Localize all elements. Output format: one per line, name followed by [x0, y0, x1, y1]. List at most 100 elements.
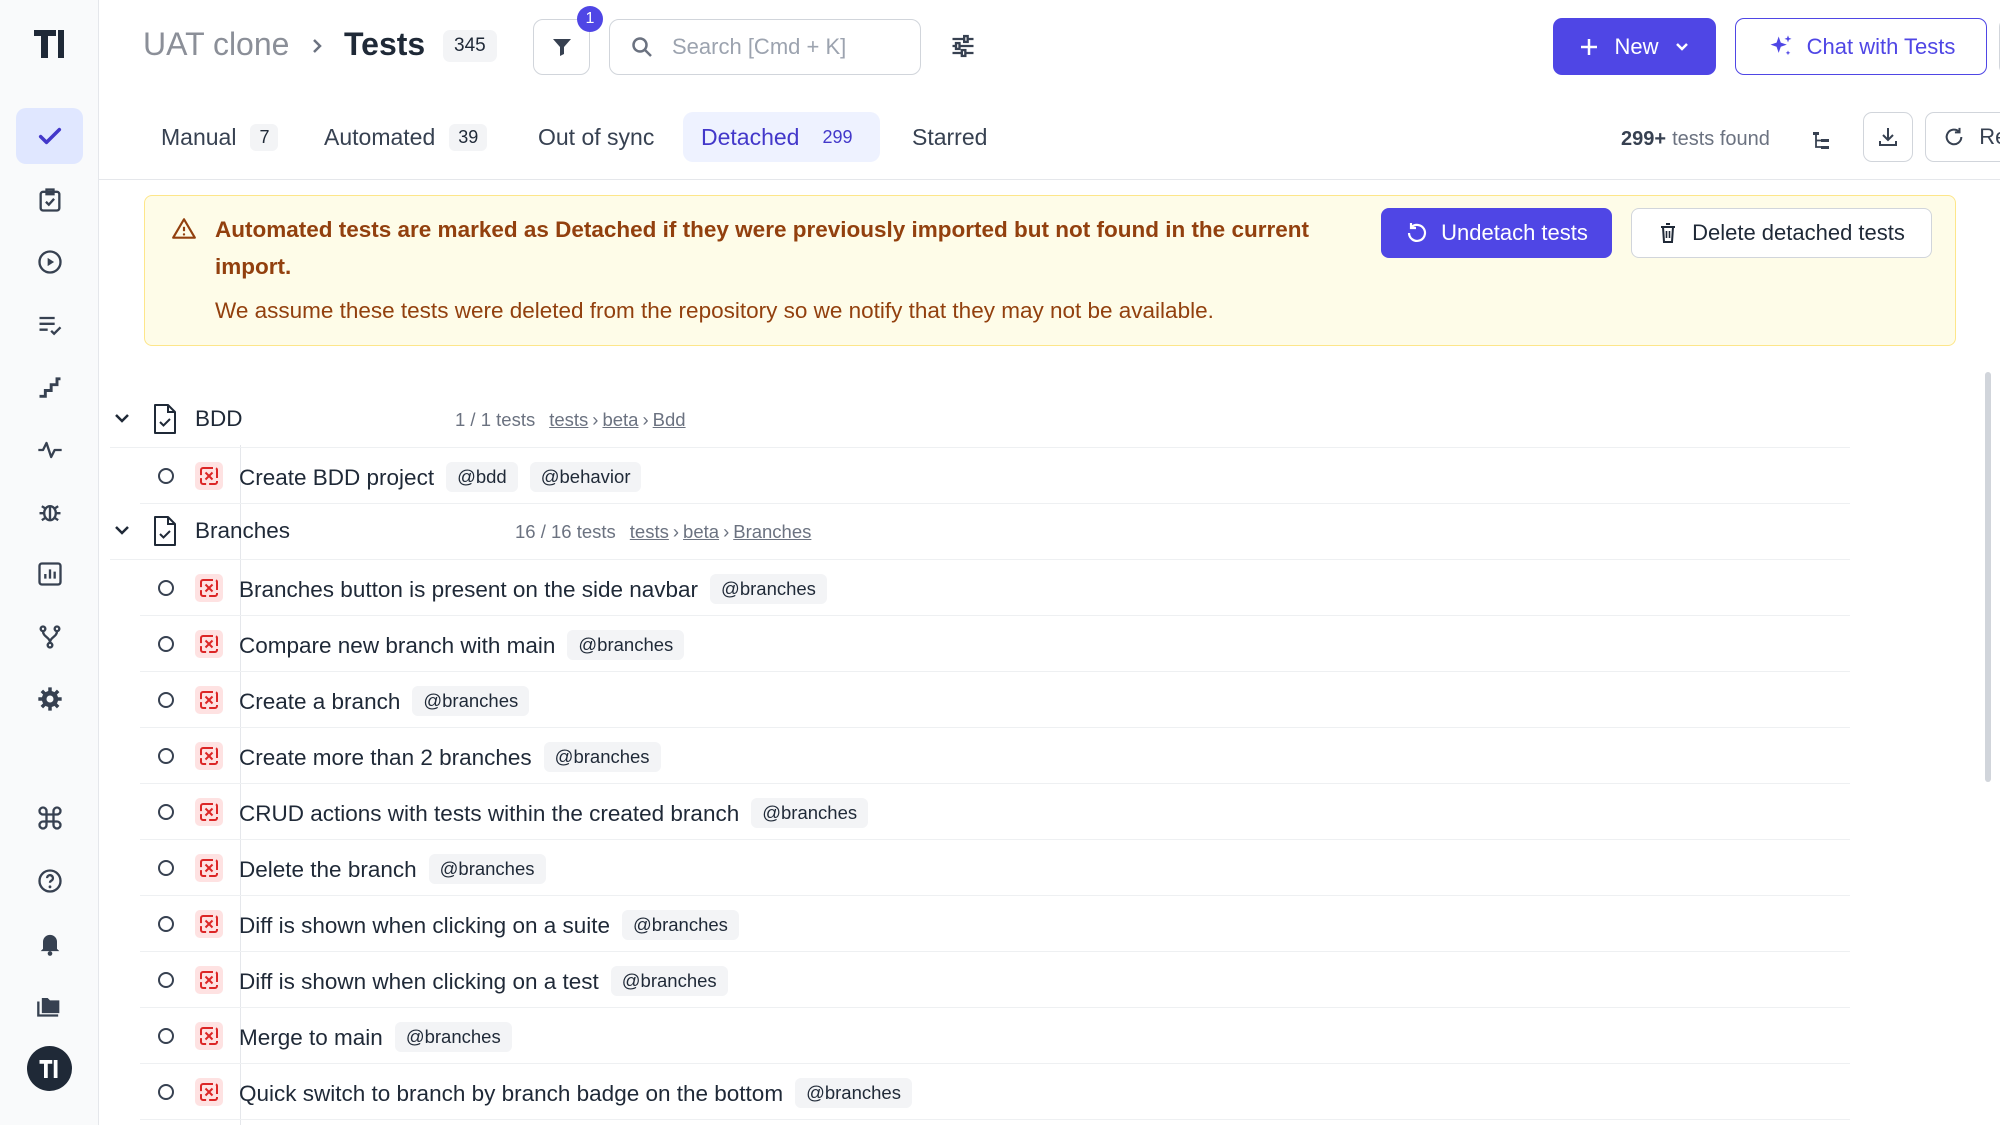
- select-radio[interactable]: [158, 468, 174, 484]
- suite-path-link[interactable]: Bdd: [653, 409, 686, 430]
- breadcrumb-project[interactable]: UAT clone: [143, 26, 289, 63]
- test-row[interactable]: Compare new branch with main @branches: [140, 616, 1850, 672]
- sidebar-item-projects[interactable]: [16, 977, 83, 1033]
- test-name[interactable]: Create more than 2 branches: [239, 745, 532, 770]
- suite-path-link[interactable]: Branches: [733, 521, 811, 542]
- test-row[interactable]: CRUD actions with tests within the creat…: [140, 784, 1850, 840]
- test-tag[interactable]: @bdd: [446, 462, 518, 492]
- reset-button[interactable]: Reset: [1925, 112, 2000, 162]
- select-radio[interactable]: [158, 860, 174, 876]
- suite-path-link[interactable]: tests: [630, 521, 669, 542]
- sidebar-item-runs[interactable]: [16, 234, 83, 290]
- suite-row[interactable]: Branches 16 / 16 tests tests › beta › Branches: [110, 504, 1850, 560]
- chevron-down-icon[interactable]: [110, 518, 134, 542]
- command-icon: [37, 806, 62, 830]
- test-row[interactable]: Quick switch to branch by branch badge o…: [140, 1064, 1850, 1120]
- test-name[interactable]: Branches button is present on the side n…: [239, 577, 698, 602]
- test-name[interactable]: Compare new branch with main: [239, 633, 555, 658]
- suite-path-link[interactable]: beta: [683, 521, 719, 542]
- suite-path-link[interactable]: tests: [549, 409, 588, 430]
- search-box[interactable]: [609, 19, 921, 75]
- select-radio[interactable]: [158, 1084, 174, 1100]
- avatar[interactable]: [27, 1046, 72, 1091]
- scrollbar[interactable]: [1985, 372, 1991, 782]
- select-radio[interactable]: [158, 636, 174, 652]
- undetach-label: Undetach tests: [1441, 220, 1588, 245]
- test-row[interactable]: Create more than 2 branches @branches: [140, 728, 1850, 784]
- test-row[interactable]: Diff is shown when clicking on a suite @b…: [140, 896, 1850, 952]
- suite-path-link[interactable]: beta: [602, 409, 638, 430]
- test-name[interactable]: Diff is shown when clicking on a test: [239, 969, 599, 994]
- test-tag[interactable]: @branches: [394, 1022, 512, 1052]
- play-circle-icon: [37, 250, 62, 274]
- select-radio[interactable]: [158, 748, 174, 764]
- test-row[interactable]: Diff is shown when clicking on a test @br…: [140, 952, 1850, 1008]
- test-tag[interactable]: @branches: [567, 630, 685, 660]
- tab-starred[interactable]: Starred: [894, 112, 1005, 162]
- select-radio[interactable]: [158, 1028, 174, 1044]
- sidebar-item-reports[interactable]: [16, 297, 83, 353]
- sidebar-item-help[interactable]: [16, 853, 83, 909]
- select-radio[interactable]: [158, 916, 174, 932]
- suite-row[interactable]: BDD 1 / 1 tests tests › beta › Bdd: [110, 392, 1850, 448]
- tab-detached[interactable]: Detached 299: [683, 112, 880, 162]
- stairs-icon: [39, 377, 60, 398]
- tab-manual[interactable]: Manual 7: [143, 112, 296, 162]
- test-row[interactable]: Create a branch @branches: [140, 672, 1850, 728]
- select-radio[interactable]: [158, 804, 174, 820]
- path-separator: ›: [642, 409, 649, 430]
- test-row[interactable]: Merge to main @branches: [140, 1008, 1850, 1064]
- test-name[interactable]: Create BDD project: [239, 465, 434, 490]
- test-tag[interactable]: @branches: [795, 1078, 912, 1108]
- chevron-down-icon[interactable]: [110, 406, 134, 430]
- testomat-logo-icon[interactable]: [30, 24, 70, 64]
- test-row[interactable]: Delete the branch @branches: [140, 840, 1850, 896]
- test-name[interactable]: Delete the branch: [239, 857, 417, 882]
- test-name[interactable]: CRUD actions with tests within the creat…: [239, 801, 739, 826]
- sidebar-item-defects[interactable]: [16, 484, 83, 540]
- select-radio[interactable]: [158, 580, 174, 596]
- gear-icon: [37, 687, 62, 711]
- test-tag[interactable]: @behavior: [529, 462, 642, 492]
- test-name[interactable]: Create a branch: [239, 689, 400, 714]
- select-radio[interactable]: [158, 972, 174, 988]
- delete-detached-tests-button[interactable]: Delete detached tests: [1631, 208, 1932, 258]
- sidebar-item-branches[interactable]: [16, 609, 83, 665]
- sidebar-item-pulse[interactable]: [16, 422, 83, 478]
- test-name[interactable]: Diff is shown when clicking on a suite: [239, 913, 610, 938]
- download-button[interactable]: [1863, 112, 1913, 162]
- sparkles-icon: [1770, 34, 1792, 55]
- suite-name[interactable]: BDD: [195, 406, 243, 432]
- tests-found-text: 299+ tests found: [1621, 128, 1770, 151]
- test-tag[interactable]: @branches: [428, 854, 546, 884]
- tab-out-of-sync[interactable]: Out of sync: [520, 112, 672, 162]
- test-row[interactable]: Create BDD project @bdd @behavior: [140, 448, 1850, 504]
- sidebar-item-tests[interactable]: [16, 108, 83, 164]
- test-row[interactable]: Branches button is present on the side n…: [140, 560, 1850, 616]
- test-tag[interactable]: @branches: [412, 686, 530, 716]
- test-tag[interactable]: @branches: [710, 574, 827, 604]
- sidebar-item-plans[interactable]: [16, 172, 83, 228]
- test-tag[interactable]: @branches: [543, 742, 661, 772]
- new-button[interactable]: New: [1553, 18, 1716, 75]
- sidebar-item-commands[interactable]: [16, 790, 83, 846]
- search-input[interactable]: [672, 34, 852, 60]
- undetach-tests-button[interactable]: Undetach tests: [1381, 208, 1612, 258]
- test-tag[interactable]: @branches: [610, 966, 728, 996]
- sidebar-item-settings[interactable]: [16, 671, 83, 727]
- suite-name[interactable]: Branches: [195, 518, 290, 544]
- test-name[interactable]: Quick switch to branch by branch badge o…: [239, 1081, 783, 1106]
- test-tag[interactable]: @branches: [622, 910, 739, 940]
- select-radio[interactable]: [158, 692, 174, 708]
- sidebar-item-steps[interactable]: [16, 359, 83, 415]
- view-settings-button[interactable]: [945, 28, 981, 64]
- filter-icon: [552, 39, 571, 56]
- test-tag[interactable]: @branches: [751, 798, 869, 828]
- tab-automated[interactable]: Automated 39: [306, 112, 505, 162]
- sidebar-item-analytics[interactable]: [16, 546, 83, 602]
- test-name[interactable]: Merge to main: [239, 1025, 383, 1050]
- tab-label: Manual: [161, 123, 237, 150]
- sidebar-item-notifications[interactable]: [16, 915, 83, 971]
- chat-with-tests-button[interactable]: Chat with Tests: [1735, 18, 1987, 75]
- tree-view-button[interactable]: [1804, 122, 1840, 158]
